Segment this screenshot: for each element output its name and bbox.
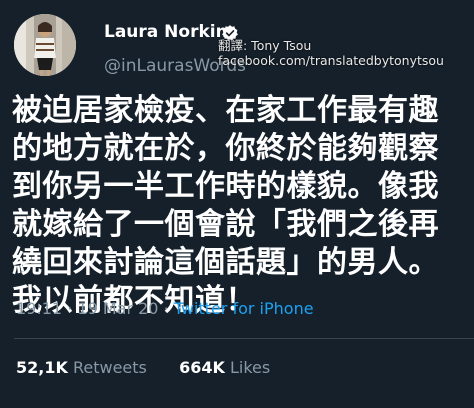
- tweet-text-line: 的地方就在於，你終於能夠觀察: [12, 131, 439, 166]
- retweets-label: Retweets: [72, 358, 147, 377]
- meta-separator: ·: [67, 299, 73, 318]
- tweet-date[interactable]: 19 Mar 20: [77, 299, 158, 318]
- tweet-card: Laura Norkin @inLaurasWords 翻譯: Tony Tso…: [0, 0, 474, 408]
- translator-watermark: 翻譯: Tony Tsou facebook.com/translatedbyt…: [218, 38, 444, 68]
- tweet-time[interactable]: 19:11: [16, 299, 62, 318]
- tweet-text-line: 就嫁給了一個會說「我們之後再: [12, 207, 439, 242]
- likes-count: 664K: [179, 358, 225, 377]
- watermark-url: facebook.com/translatedbytonytsou: [218, 53, 444, 68]
- tweet-text-line: 繞回來討論這個話題」的男人。: [12, 245, 439, 280]
- tweet-text: 被迫居家檢疫、在家工作最有趣 的地方就在於，你終於能夠觀察 到你另一半工作時的樣…: [12, 92, 472, 320]
- tweet-meta: 19:11 · 19 Mar 20 · Twitter for iPhone: [16, 299, 314, 318]
- meta-separator: ·: [163, 299, 169, 318]
- retweets-count: 52,1K: [16, 358, 68, 377]
- tweet-text-line: 被迫居家檢疫、在家工作最有趣: [12, 93, 439, 128]
- profile-photo-icon: [14, 14, 76, 76]
- watermark-translator: 翻譯: Tony Tsou: [218, 38, 312, 53]
- display-name[interactable]: Laura Norkin: [104, 22, 228, 42]
- retweets-stat[interactable]: 52,1K Retweets: [16, 358, 152, 377]
- likes-label: Likes: [229, 358, 271, 377]
- tweet-source-link[interactable]: Twitter for iPhone: [174, 299, 314, 318]
- divider: [14, 338, 474, 339]
- avatar[interactable]: [14, 14, 76, 76]
- tweet-stats: 52,1K Retweets 664K Likes: [16, 358, 270, 377]
- tweet-text-line: 到你另一半工作時的樣貌。像我: [12, 169, 439, 204]
- likes-stat[interactable]: 664K Likes: [179, 358, 270, 377]
